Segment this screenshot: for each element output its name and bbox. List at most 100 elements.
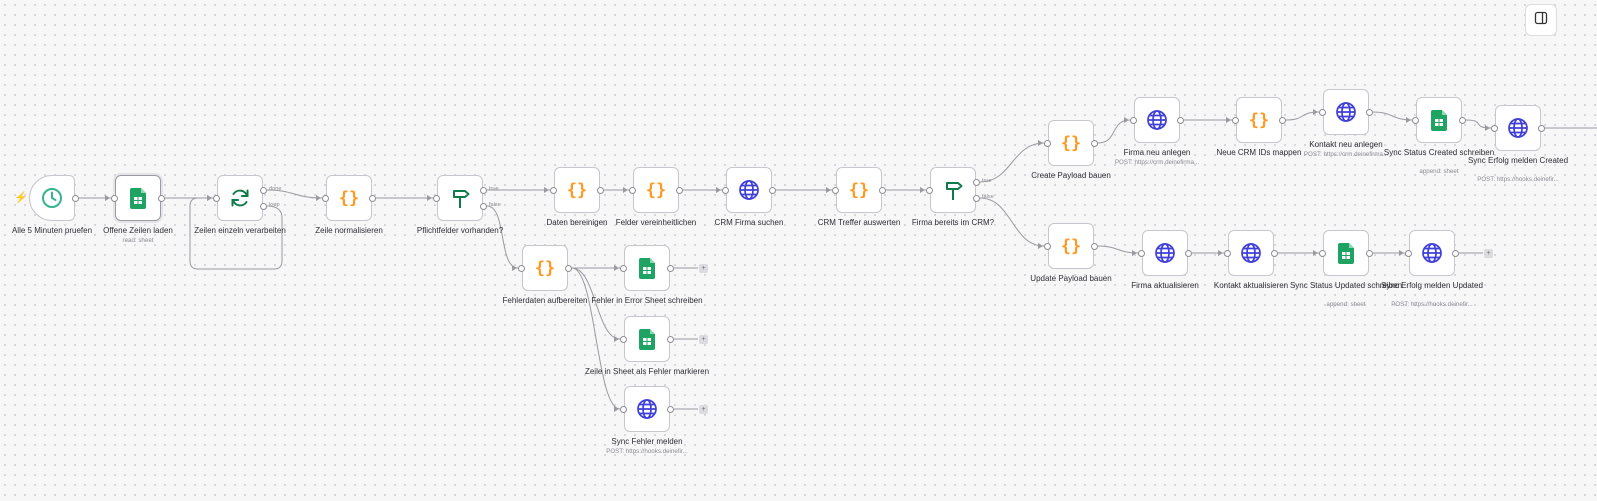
- node-input-port[interactable]: [1412, 116, 1419, 124]
- node-sync-erfolg-melden-updated[interactable]: [1409, 230, 1455, 276]
- node-update-payload-bauen[interactable]: {}: [1048, 223, 1094, 269]
- node-zeilen-einzeln-verarbeiten[interactable]: [217, 175, 263, 221]
- node-sync-status-updated-schreiben[interactable]: [1323, 230, 1369, 276]
- node-sync-status-created-schreiben[interactable]: [1416, 97, 1462, 143]
- node-output-port-loop[interactable]: [260, 202, 267, 210]
- node-fehlerdaten-aufbereiten[interactable]: {}: [522, 245, 568, 291]
- node-fehler-in-error-sheet-schreiben[interactable]: [624, 245, 670, 291]
- node-sync-fehler-melden[interactable]: [624, 386, 670, 432]
- node-input-port[interactable]: [926, 186, 933, 194]
- node-output-port[interactable]: [1279, 116, 1286, 124]
- node-crm-firma-suchen[interactable]: [726, 167, 772, 213]
- node-output-port[interactable]: [879, 186, 886, 194]
- node-label: Fehler in Error Sheet schreiben: [591, 296, 703, 305]
- node-subtitle: read: sheet: [122, 236, 154, 244]
- globe-icon: [636, 398, 658, 420]
- node-crm-treffer-auswerten[interactable]: {}: [836, 167, 882, 213]
- node-output-port-done[interactable]: [260, 186, 267, 194]
- connection-arrowhead: [623, 187, 628, 193]
- node-label: Sync Fehler melden: [611, 437, 683, 446]
- node-firma-neu-anlegen[interactable]: [1134, 97, 1180, 143]
- node-input-port[interactable]: [322, 194, 329, 202]
- svg-text:{}: {}: [849, 181, 869, 201]
- node-input-port[interactable]: [433, 194, 440, 202]
- add-node-button[interactable]: +: [699, 334, 708, 344]
- node-output-port[interactable]: [1177, 116, 1184, 124]
- node-sync-erfolg-melden-created[interactable]: [1495, 105, 1541, 151]
- node-output-port[interactable]: [1459, 116, 1466, 124]
- globe-icon: [738, 179, 760, 201]
- node-daten-bereinigen[interactable]: {}: [554, 167, 600, 213]
- node-input-port[interactable]: [620, 264, 627, 272]
- node-input-port[interactable]: [1405, 249, 1412, 257]
- node-output-port[interactable]: [1366, 249, 1373, 257]
- node-output-port[interactable]: [1452, 249, 1459, 257]
- node-input-port[interactable]: [1130, 116, 1137, 124]
- add-node-button[interactable]: +: [1484, 248, 1493, 258]
- node-neue-crm-ids-mappen[interactable]: {}: [1236, 97, 1282, 143]
- node-input-port[interactable]: [832, 186, 839, 194]
- node-firma-aktualisieren[interactable]: [1142, 230, 1188, 276]
- node-output-port[interactable]: [667, 264, 674, 272]
- code-braces-icon: {}: [1060, 133, 1082, 154]
- node-offene-zeilen-laden[interactable]: [115, 175, 161, 221]
- code-braces-icon: {}: [1060, 236, 1082, 257]
- node-kontakt-aktualisieren[interactable]: [1228, 230, 1274, 276]
- node-input-port[interactable]: [1044, 139, 1051, 147]
- node-input-port[interactable]: [1491, 124, 1498, 132]
- node-input-port[interactable]: [620, 405, 627, 413]
- node-output-port[interactable]: [1091, 242, 1098, 250]
- node-output-port[interactable]: [1091, 139, 1098, 147]
- node-output-port[interactable]: [667, 335, 674, 343]
- workflow-canvas[interactable]: ⚡ Alle 5 Minuten pruefen Offene Zeilen lad…: [0, 0, 1597, 501]
- connection-arrowhead: [1038, 140, 1043, 146]
- node-alle-5-minuten-pruefen[interactable]: [29, 175, 75, 221]
- node-output-port[interactable]: [1271, 249, 1278, 257]
- node-output-port[interactable]: [72, 194, 79, 202]
- node-output-port-true[interactable]: [973, 178, 980, 186]
- node-input-port[interactable]: [1138, 249, 1145, 257]
- node-zeile-in-sheet-als-fehler-markieren[interactable]: [624, 316, 670, 362]
- node-output-port[interactable]: [597, 186, 604, 194]
- node-kontakt-neu-anlegen[interactable]: [1323, 89, 1369, 135]
- add-node-button[interactable]: +: [699, 404, 708, 414]
- node-input-port[interactable]: [1232, 116, 1239, 124]
- panel-toggle-button[interactable]: [1525, 4, 1557, 36]
- node-input-port[interactable]: [620, 335, 627, 343]
- node-output-port[interactable]: [676, 186, 683, 194]
- connection-line[interactable]: [571, 267, 621, 410]
- node-input-port[interactable]: [518, 264, 525, 272]
- node-output-port-true[interactable]: [480, 186, 487, 194]
- node-input-port[interactable]: [629, 186, 636, 194]
- node-input-port[interactable]: [1224, 249, 1231, 257]
- node-output-port[interactable]: [1538, 124, 1545, 132]
- node-output-port[interactable]: [1366, 108, 1373, 116]
- node-output-port[interactable]: [1185, 249, 1192, 257]
- node-input-port[interactable]: [550, 186, 557, 194]
- node-input-port[interactable]: [213, 194, 220, 202]
- node-input-port[interactable]: [722, 186, 729, 194]
- node-output-port[interactable]: [667, 405, 674, 413]
- node-input-port[interactable]: [1319, 249, 1326, 257]
- google-sheets-icon: [1431, 109, 1447, 131]
- svg-text:{}: {}: [646, 181, 666, 201]
- node-output-port-false[interactable]: [973, 194, 980, 202]
- node-output-port[interactable]: [769, 186, 776, 194]
- node-output-port-false[interactable]: [480, 202, 487, 210]
- node-create-payload-bauen[interactable]: {}: [1048, 120, 1094, 166]
- connection-line[interactable]: [1097, 119, 1131, 144]
- node-felder-vereinheitlichen[interactable]: {}: [633, 167, 679, 213]
- node-input-port[interactable]: [111, 194, 118, 202]
- node-output-port[interactable]: [565, 264, 572, 272]
- node-zeile-normalisieren[interactable]: {}: [326, 175, 372, 221]
- node-output-port[interactable]: [158, 194, 165, 202]
- node-pflichtfelder-vorhanden[interactable]: [437, 175, 483, 221]
- google-sheets-icon: [639, 257, 655, 279]
- node-firma-bereits-im-crm[interactable]: [930, 167, 976, 213]
- node-output-port[interactable]: [369, 194, 376, 202]
- add-node-button[interactable]: +: [699, 263, 708, 273]
- svg-text:{}: {}: [339, 189, 359, 209]
- node-input-port[interactable]: [1319, 108, 1326, 116]
- node-input-port[interactable]: [1044, 242, 1051, 250]
- connection-line[interactable]: [486, 205, 519, 269]
